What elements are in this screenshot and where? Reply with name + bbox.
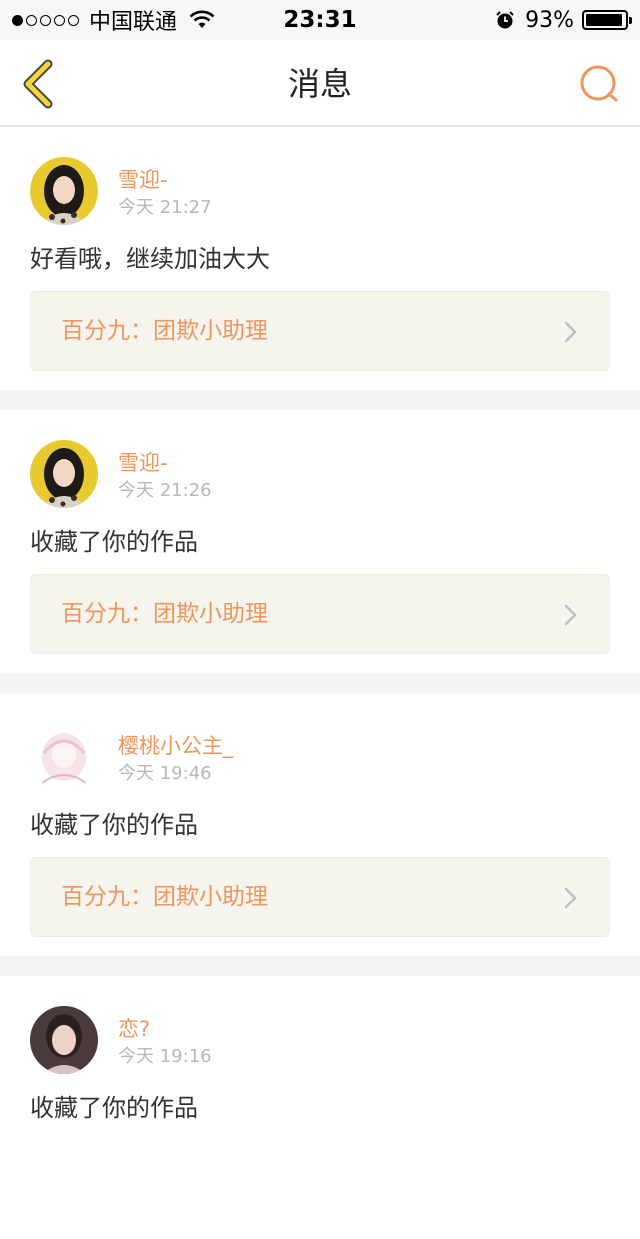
message-list: 雪迎- 今天 21:27 好看哦，继续加油大大 百分九：团欺小助理 雪迎- 今天… <box>0 127 640 1239</box>
username[interactable]: 恋? <box>118 1016 150 1042</box>
avatar-image <box>30 723 98 791</box>
message-card: 雪迎- 今天 21:27 好看哦，继续加油大大 百分九：团欺小助理 <box>0 127 640 390</box>
avatar[interactable] <box>30 440 98 508</box>
referenced-work-title: 百分九：团欺小助理 <box>61 884 268 910</box>
card-divider <box>0 390 640 410</box>
referenced-work-link[interactable]: 百分九：团欺小助理 <box>30 857 610 937</box>
referenced-work-title: 百分九：团欺小助理 <box>61 601 268 627</box>
timestamp: 今天 19:46 <box>118 763 212 784</box>
card-divider <box>0 673 640 693</box>
status-right: 93% <box>495 6 632 34</box>
avatar[interactable] <box>30 723 98 791</box>
avatar-image <box>30 440 98 508</box>
status-bar: 中国联通 23:31 93% <box>0 0 640 40</box>
message-card: 恋? 今天 19:16 收藏了你的作品 <box>0 976 640 1239</box>
page-title: 消息 <box>287 65 352 103</box>
username[interactable]: 雪迎- <box>118 450 168 476</box>
timestamp: 今天 21:26 <box>118 480 212 501</box>
alarm-icon <box>496 11 514 29</box>
message-card: 樱桃小公主_ 今天 19:46 收藏了你的作品 百分九：团欺小助理 <box>0 693 640 956</box>
timestamp: 今天 21:27 <box>118 197 212 218</box>
search-icon[interactable] <box>578 62 622 106</box>
timestamp: 今天 19:16 <box>118 1046 212 1067</box>
avatar-image <box>30 1006 98 1074</box>
username[interactable]: 樱桃小公主_ <box>118 733 234 759</box>
battery-percent: 93% <box>525 7 574 33</box>
message-text: 好看哦，继续加油大大 <box>30 245 270 273</box>
avatar[interactable] <box>30 1006 98 1074</box>
message-text: 收藏了你的作品 <box>30 528 198 556</box>
message-text: 收藏了你的作品 <box>30 811 198 839</box>
referenced-work-link[interactable]: 百分九：团欺小助理 <box>30 574 610 654</box>
chevron-right-icon <box>564 887 577 909</box>
nav-bar: 消息 <box>0 40 640 127</box>
username[interactable]: 雪迎- <box>118 167 168 193</box>
chevron-right-icon <box>564 321 577 343</box>
message-text: 收藏了你的作品 <box>30 1094 198 1122</box>
chevron-right-icon <box>564 604 577 626</box>
card-divider <box>0 956 640 976</box>
referenced-work-title: 百分九：团欺小助理 <box>61 318 268 344</box>
referenced-work-link[interactable]: 百分九：团欺小助理 <box>30 291 610 371</box>
avatar-image <box>30 157 98 225</box>
message-card: 雪迎- 今天 21:26 收藏了你的作品 百分九：团欺小助理 <box>0 410 640 673</box>
avatar[interactable] <box>30 157 98 225</box>
battery-icon <box>582 10 632 30</box>
